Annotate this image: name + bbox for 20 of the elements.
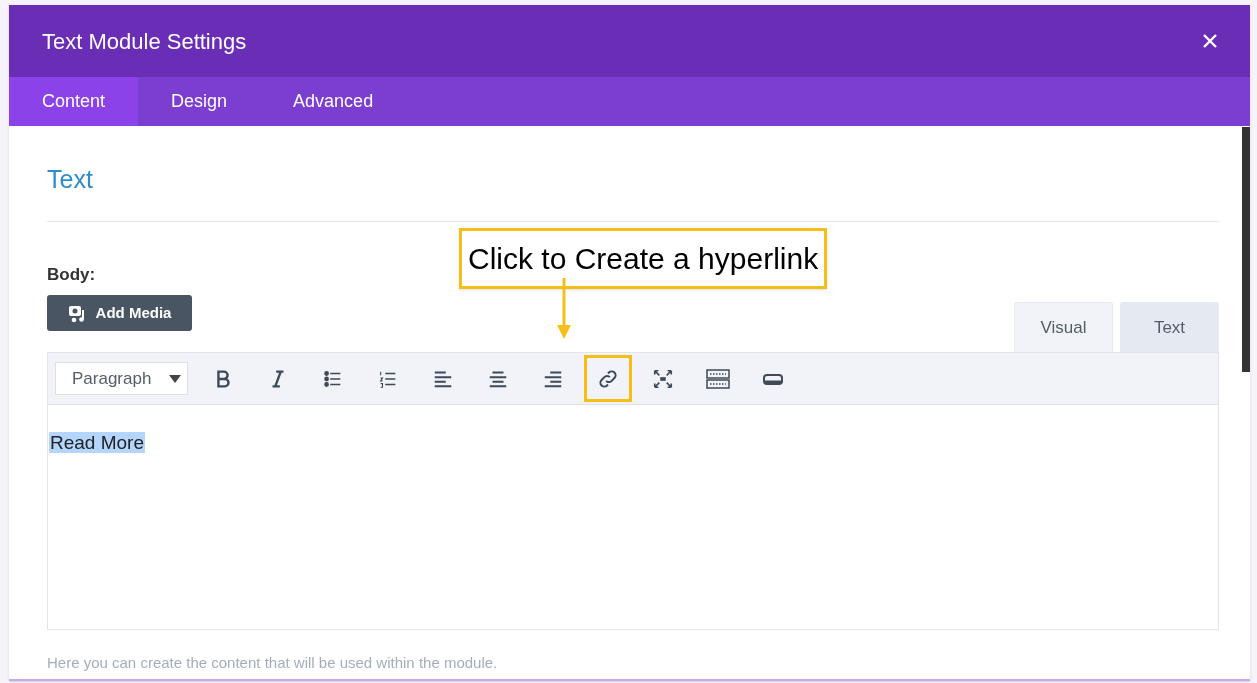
tab[interactable]: Design [138, 77, 261, 126]
section-title: Text [47, 165, 93, 193]
keyboard-icon [706, 367, 730, 390]
tab[interactable]: Advanced [260, 77, 407, 126]
tab[interactable]: Content [9, 77, 139, 126]
add-media-button[interactable]: Add Media [47, 295, 192, 331]
link-icon [597, 367, 619, 390]
window-title: Text Module Settings [42, 27, 247, 56]
callout-label: Click to Create a hyperlink [459, 228, 828, 289]
editor-tab[interactable]: Text [1120, 302, 1219, 352]
dropdown-caret-icon [169, 374, 181, 383]
editor-tab[interactable]: Visual [1014, 302, 1113, 352]
expand-icon [652, 367, 674, 390]
close-icon [1202, 33, 1218, 49]
toolbar-button[interactable] [584, 355, 632, 402]
help-text: Here you can create the content that will be used within the module. [47, 654, 498, 671]
editor-text: Read More [49, 432, 145, 453]
format-dropdown[interactable]: Paragraph [55, 362, 188, 395]
field-label: Body: [47, 264, 96, 284]
callout-arrow [557, 278, 571, 339]
